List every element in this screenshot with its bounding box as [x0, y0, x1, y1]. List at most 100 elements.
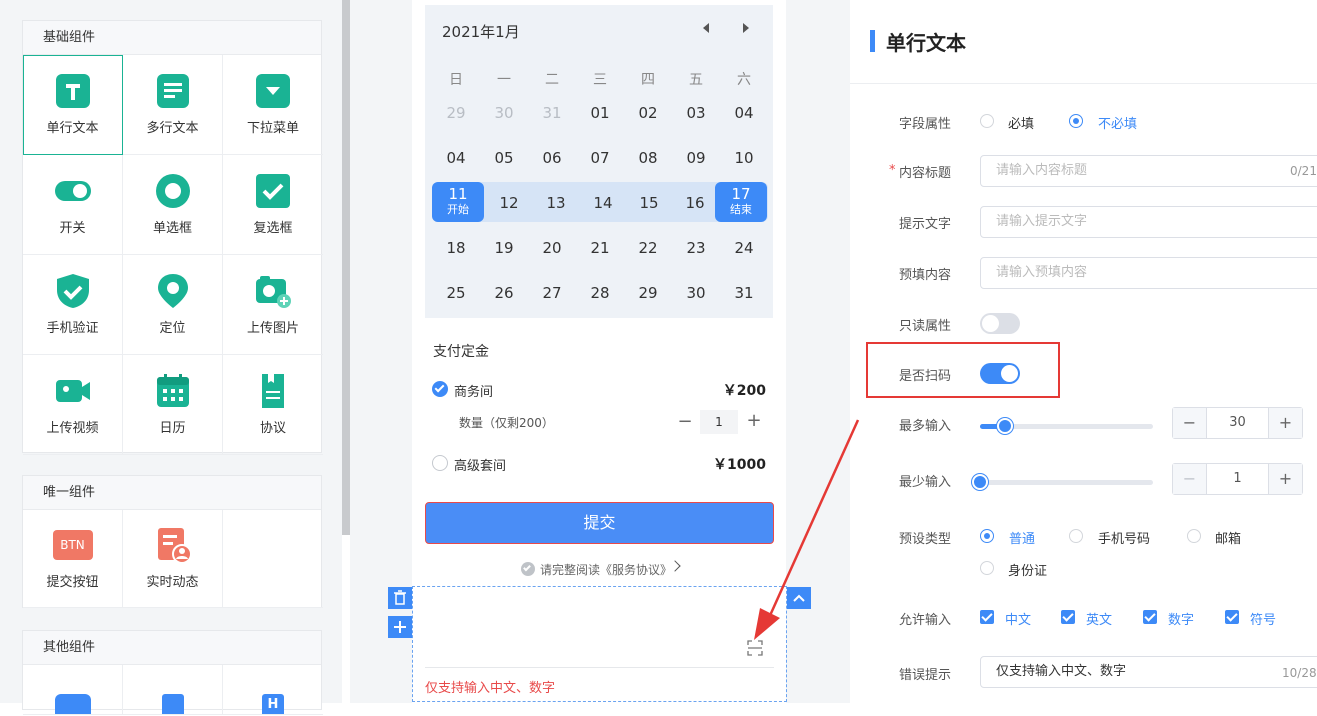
error-hint-input[interactable]: 仅支持输入中文、数字 [980, 656, 1317, 688]
max-input-stepper[interactable]: − 30 + [1172, 407, 1303, 439]
content-title-input[interactable]: 请输入内容标题 [980, 155, 1317, 187]
scan-toggle[interactable] [980, 363, 1020, 384]
qty-input[interactable]: 1 [700, 410, 738, 434]
calendar-day[interactable]: 15 [634, 194, 664, 212]
min-slider-handle[interactable] [972, 474, 988, 490]
required-radio[interactable] [980, 114, 994, 128]
hint-text-input[interactable]: 请输入提示文字 [980, 206, 1317, 238]
room-option-business[interactable]: 商务间 [454, 381, 493, 400]
calendar-day[interactable]: 04 [441, 149, 471, 167]
calendar-day[interactable]: 07 [585, 149, 615, 167]
preset-phone-radio[interactable] [1069, 529, 1083, 543]
calendar-day[interactable]: 26 [489, 284, 519, 302]
calendar-day[interactable]: 29 [633, 284, 663, 302]
calendar-day[interactable]: 12 [494, 194, 524, 212]
component-toggle[interactable]: 开关 [23, 155, 123, 255]
agreement-check-icon[interactable] [521, 562, 535, 576]
calendar-day[interactable]: 02 [633, 104, 663, 122]
calendar-day[interactable]: 03 [681, 104, 711, 122]
calendar-day[interactable]: 24 [729, 239, 759, 257]
component-location[interactable]: 定位 [123, 255, 223, 355]
calendar-day[interactable]: 21 [585, 239, 615, 257]
min-input-stepper[interactable]: − 1 + [1172, 463, 1303, 495]
prefill-input[interactable]: 请输入预填内容 [980, 257, 1317, 289]
not-required-radio[interactable] [1069, 114, 1083, 128]
component-upload-image[interactable]: 上传图片 [223, 255, 323, 355]
add-icon[interactable] [388, 616, 412, 638]
preset-email-label[interactable]: 邮箱 [1215, 528, 1241, 547]
max-plus-button[interactable]: + [1269, 408, 1302, 438]
allow-symbols-checkbox[interactable] [1225, 610, 1239, 624]
allow-digits-label[interactable]: 数字 [1168, 609, 1194, 628]
range-end-day[interactable]: 17 结束 [715, 182, 767, 222]
calendar-day[interactable]: 31 [729, 284, 759, 302]
calendar-day[interactable]: 14 [588, 194, 618, 212]
calendar-day[interactable]: 18 [441, 239, 471, 257]
room-option-suite[interactable]: 高级套间 [454, 455, 506, 474]
option-selected-icon[interactable] [432, 381, 448, 397]
calendar-day[interactable]: 19 [489, 239, 519, 257]
calendar-day[interactable]: 09 [681, 149, 711, 167]
submit-button[interactable]: 提交 [425, 502, 774, 544]
component-dropdown[interactable]: 下拉菜单 [223, 55, 323, 155]
component-radio[interactable]: 单选框 [123, 155, 223, 255]
readonly-toggle[interactable] [980, 313, 1020, 334]
max-slider-handle[interactable] [997, 418, 1013, 434]
allow-english-checkbox[interactable] [1061, 610, 1075, 624]
allow-chinese-checkbox[interactable] [980, 610, 994, 624]
calendar-day[interactable]: 05 [489, 149, 519, 167]
left-panel-scrollbar[interactable] [342, 0, 350, 535]
preset-normal-label[interactable]: 普通 [1009, 528, 1035, 547]
component-other-1[interactable] [23, 665, 123, 715]
preset-email-radio[interactable] [1187, 529, 1201, 543]
component-agreement[interactable]: 协议 [223, 355, 323, 455]
component-live-activity[interactable]: 实时动态 [123, 510, 223, 608]
calendar-day[interactable]: 08 [633, 149, 663, 167]
calendar-day[interactable]: 16 [680, 194, 710, 212]
component-other-3[interactable]: H [223, 665, 323, 715]
calendar-day[interactable]: 27 [537, 284, 567, 302]
preset-normal-radio[interactable] [980, 529, 994, 543]
calendar-day[interactable]: 13 [541, 194, 571, 212]
not-required-label[interactable]: 不必填 [1098, 113, 1137, 132]
component-other-2[interactable] [123, 665, 223, 715]
min-minus-button[interactable]: − [1173, 464, 1206, 494]
calendar-day[interactable]: 10 [729, 149, 759, 167]
allow-digits-checkbox[interactable] [1143, 610, 1157, 624]
calendar-day[interactable]: 06 [537, 149, 567, 167]
component-phone-verify[interactable]: 手机验证 [23, 255, 123, 355]
delete-icon[interactable] [388, 587, 412, 609]
calendar-day[interactable]: 28 [585, 284, 615, 302]
component-submit-button[interactable]: BTN 提交按钮 [23, 510, 123, 608]
calendar-day[interactable]: 22 [633, 239, 663, 257]
min-plus-button[interactable]: + [1269, 464, 1302, 494]
range-start-day[interactable]: 11 开始 [432, 182, 484, 222]
next-month-icon[interactable] [743, 23, 749, 33]
allow-symbols-label[interactable]: 符号 [1250, 609, 1276, 628]
preset-idcard-radio[interactable] [980, 561, 994, 575]
min-value[interactable]: 1 [1206, 464, 1269, 494]
required-label[interactable]: 必填 [1008, 113, 1034, 132]
calendar-day[interactable]: 25 [441, 284, 471, 302]
option-unselected-icon[interactable] [432, 455, 448, 471]
allow-chinese-label[interactable]: 中文 [1005, 609, 1031, 628]
calendar-day[interactable]: 01 [585, 104, 615, 122]
component-calendar[interactable]: 日历 [123, 355, 223, 455]
component-multiline-text[interactable]: 多行文本 [123, 55, 223, 155]
calendar-day[interactable]: 30 [681, 284, 711, 302]
calendar-day[interactable]: 30 [489, 104, 519, 122]
component-upload-video[interactable]: 上传视频 [23, 355, 123, 455]
preset-phone-label[interactable]: 手机号码 [1098, 528, 1150, 547]
preset-idcard-label[interactable]: 身份证 [1008, 560, 1047, 579]
calendar-day[interactable]: 20 [537, 239, 567, 257]
max-value[interactable]: 30 [1206, 408, 1269, 438]
prev-month-icon[interactable] [703, 23, 709, 33]
agreement-link[interactable]: 请完整阅读《服务协议》 [540, 561, 672, 578]
calendar-day[interactable]: 04 [729, 104, 759, 122]
calendar-day[interactable]: 23 [681, 239, 711, 257]
component-single-line-text[interactable]: 单行文本 [23, 55, 123, 155]
allow-english-label[interactable]: 英文 [1086, 609, 1112, 628]
component-checkbox[interactable]: 复选框 [223, 155, 323, 255]
max-minus-button[interactable]: − [1173, 408, 1206, 438]
calendar-day[interactable]: 29 [441, 104, 471, 122]
